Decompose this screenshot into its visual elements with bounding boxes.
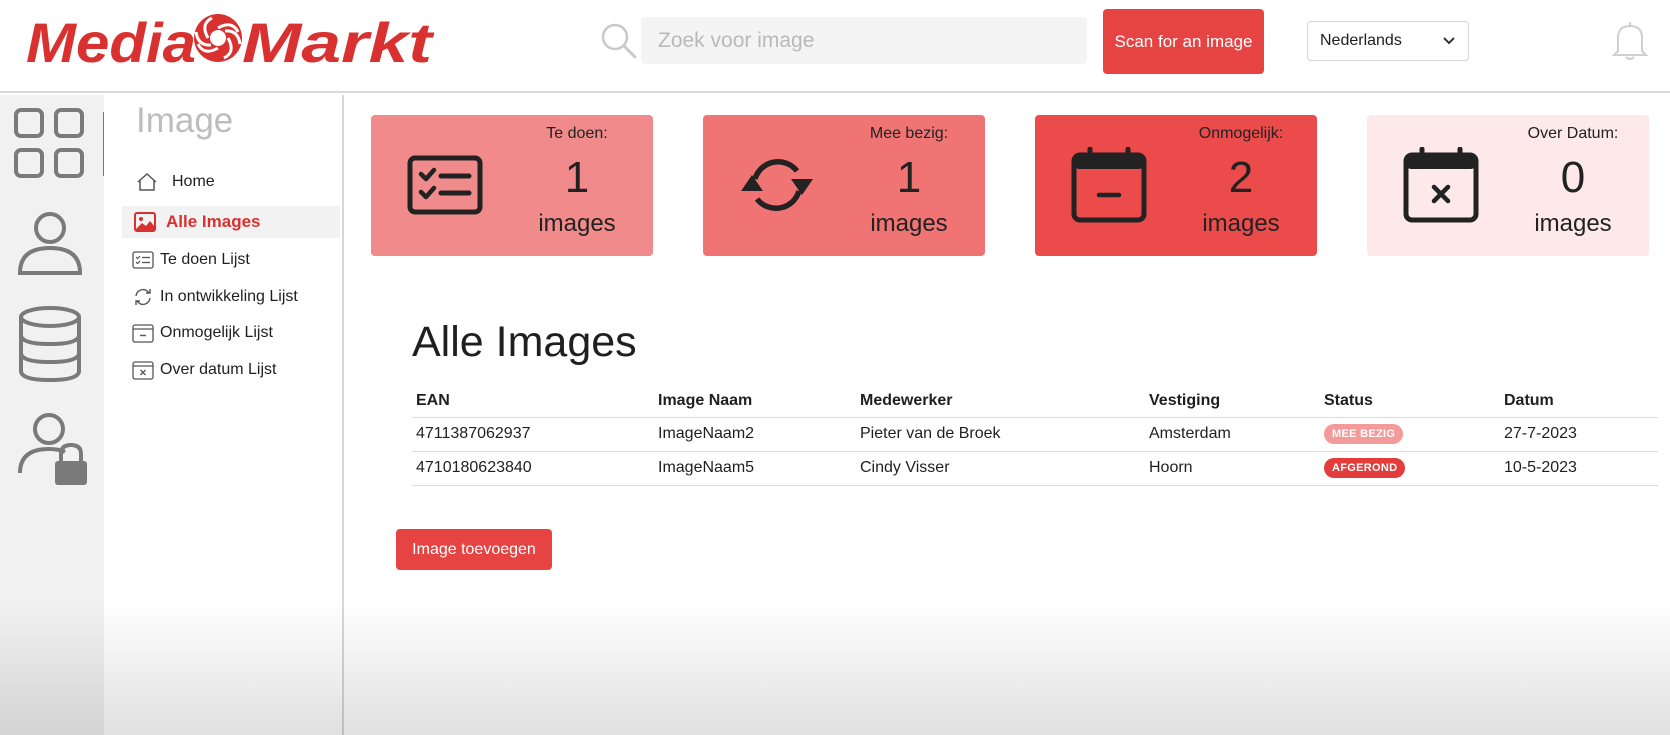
card-count: 0 bbox=[1560, 153, 1586, 202]
cell-status: AFGEROND bbox=[1320, 451, 1500, 486]
sidebar-item-label: In ontwikkeling Lijst bbox=[160, 288, 298, 305]
mediamarkt-logo[interactable]: Media Markt bbox=[26, 10, 436, 74]
search-icon[interactable] bbox=[600, 22, 638, 60]
sidebar-item-over-datum[interactable]: Over datum Lijst bbox=[122, 354, 340, 386]
table-row[interactable]: 4711387062937 ImageNaam2 Pieter van de B… bbox=[412, 417, 1658, 452]
cell-datum: 10-5-2023 bbox=[1500, 451, 1658, 486]
card-label: Onmogelijk: bbox=[1198, 125, 1284, 142]
column-header-vestiging[interactable]: Vestiging bbox=[1145, 385, 1320, 418]
summary-card-onmogelijk[interactable]: Onmogelijk: 2 images bbox=[1035, 115, 1317, 256]
card-count: 1 bbox=[896, 153, 922, 202]
cell-ean: 4711387062937 bbox=[412, 417, 654, 452]
images-table: EAN Image Naam Medewerker Vestiging Stat… bbox=[412, 385, 1658, 486]
card-count: 1 bbox=[564, 153, 590, 202]
main-content: Te doen: 1 images Mee bezig: 1 images On… bbox=[346, 95, 1670, 735]
home-icon bbox=[137, 172, 157, 191]
card-unit: images bbox=[1534, 210, 1612, 237]
language-select-value: Nederlands bbox=[1320, 32, 1402, 49]
cell-datum: 27-7-2023 bbox=[1500, 417, 1658, 452]
card-unit: images bbox=[538, 210, 616, 237]
checklist-icon bbox=[407, 155, 483, 215]
sidebar-item-label: Over datum Lijst bbox=[160, 361, 277, 378]
cell-vestiging: Hoorn bbox=[1145, 451, 1320, 486]
svg-text:Markt: Markt bbox=[242, 11, 435, 74]
sidebar-title: Image bbox=[136, 101, 234, 140]
calendar-x-icon bbox=[132, 361, 154, 380]
column-header-status[interactable]: Status bbox=[1320, 385, 1500, 418]
sidebar-item-home[interactable]: Home bbox=[122, 166, 340, 198]
page-title: Alle Images bbox=[412, 318, 637, 366]
sidebar-item-label: Home bbox=[172, 173, 215, 190]
checklist-icon bbox=[132, 251, 154, 269]
calendar-minus-icon bbox=[1071, 147, 1147, 223]
scan-image-button[interactable]: Scan for an image bbox=[1103, 9, 1264, 74]
calendar-x-icon bbox=[1403, 147, 1479, 223]
card-label: Te doen: bbox=[546, 125, 608, 142]
sidebar-item-alle-images[interactable]: Alle Images bbox=[122, 206, 340, 238]
cell-vestiging: Amsterdam bbox=[1145, 417, 1320, 452]
sidebar: Image Home Alle Images Te doen Lijst In … bbox=[104, 95, 344, 735]
cell-ean: 4710180623840 bbox=[412, 451, 654, 486]
sidebar-item-label: Onmogelijk Lijst bbox=[160, 324, 273, 341]
calendar-minus-icon bbox=[132, 324, 154, 343]
top-header: Media Markt Scan for an image Nederlands bbox=[0, 0, 1670, 93]
svg-text:Media: Media bbox=[26, 11, 196, 74]
table-row[interactable]: 4710180623840 ImageNaam5 Cindy Visser Ho… bbox=[412, 451, 1658, 486]
refresh-icon bbox=[741, 159, 813, 211]
card-label: Over Datum: bbox=[1527, 125, 1619, 142]
column-header-datum[interactable]: Datum bbox=[1500, 385, 1658, 418]
card-count: 2 bbox=[1228, 153, 1254, 202]
chevron-down-icon bbox=[1443, 37, 1455, 45]
cell-medewerker: Pieter van de Broek bbox=[856, 417, 1145, 452]
summary-card-mee-bezig[interactable]: Mee bezig: 1 images bbox=[703, 115, 985, 256]
sidebar-item-onmogelijk[interactable]: Onmogelijk Lijst bbox=[122, 317, 340, 349]
summary-card-te-doen[interactable]: Te doen: 1 images bbox=[371, 115, 653, 256]
cell-medewerker: Cindy Visser bbox=[856, 451, 1145, 486]
sidebar-item-in-ontwikkeling[interactable]: In ontwikkeling Lijst bbox=[122, 281, 340, 313]
refresh-icon bbox=[135, 288, 151, 306]
column-header-medewerker[interactable]: Medewerker bbox=[856, 385, 1145, 418]
column-header-image-naam[interactable]: Image Naam bbox=[654, 385, 856, 418]
search-input[interactable] bbox=[641, 17, 1087, 64]
language-select[interactable]: Nederlands bbox=[1307, 21, 1469, 61]
bell-icon[interactable] bbox=[1612, 21, 1648, 61]
table-header-row: EAN Image Naam Medewerker Vestiging Stat… bbox=[412, 385, 1658, 418]
status-badge: AFGEROND bbox=[1324, 458, 1406, 478]
card-unit: images bbox=[1202, 210, 1280, 237]
icon-rail bbox=[0, 95, 104, 735]
card-label: Mee bezig: bbox=[869, 125, 949, 142]
dashboard-grid-icon[interactable] bbox=[13, 107, 87, 179]
column-header-ean[interactable]: EAN bbox=[412, 385, 654, 418]
add-image-button[interactable]: Image toevoegen bbox=[396, 529, 552, 570]
user-lock-icon[interactable] bbox=[17, 411, 89, 485]
image-icon bbox=[134, 212, 156, 232]
database-icon[interactable] bbox=[17, 305, 83, 383]
cell-image-naam: ImageNaam2 bbox=[654, 417, 856, 452]
user-icon[interactable] bbox=[17, 210, 83, 276]
sidebar-item-te-doen[interactable]: Te doen Lijst bbox=[122, 244, 340, 276]
card-unit: images bbox=[870, 210, 948, 237]
cell-image-naam: ImageNaam5 bbox=[654, 451, 856, 486]
status-badge: MEE BEZIG bbox=[1324, 424, 1404, 444]
sidebar-item-label: Alle Images bbox=[166, 212, 261, 231]
sidebar-item-label: Te doen Lijst bbox=[160, 251, 250, 268]
summary-card-over-datum[interactable]: Over Datum: 0 images bbox=[1367, 115, 1649, 256]
cell-status: MEE BEZIG bbox=[1320, 417, 1500, 452]
